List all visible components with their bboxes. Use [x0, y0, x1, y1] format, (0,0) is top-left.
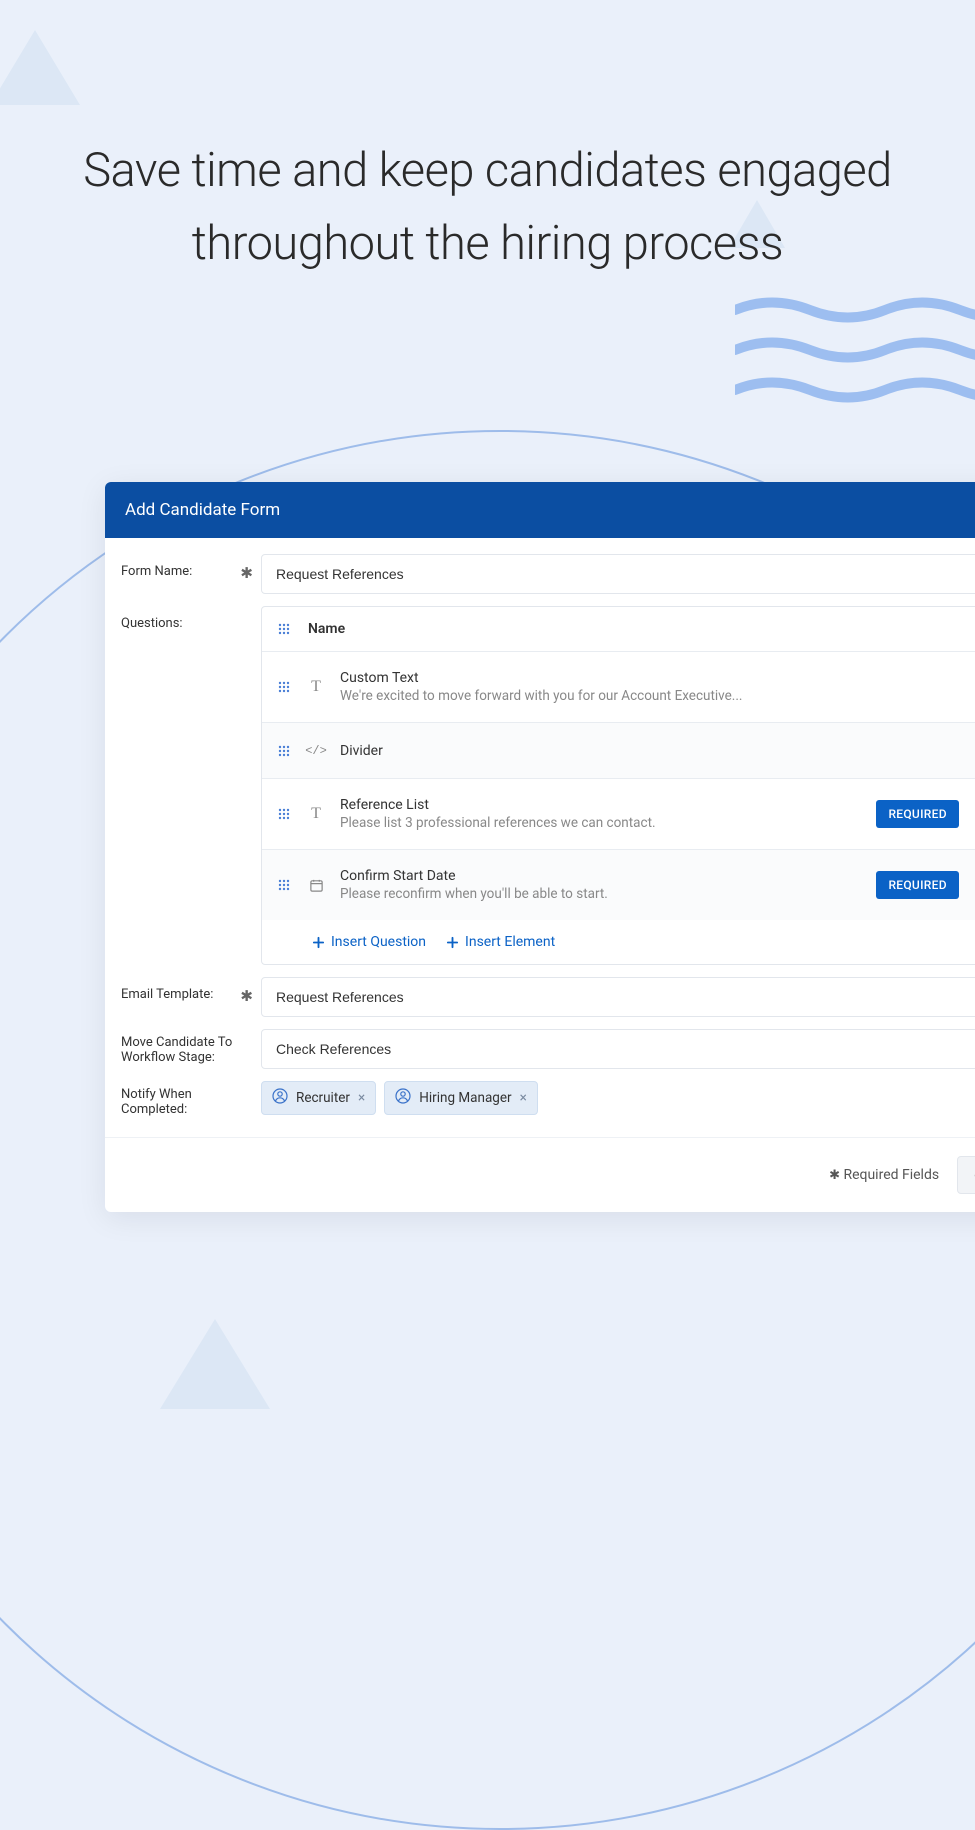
form-name-label: Form Name:: [121, 564, 192, 579]
required-asterisk: ✱: [240, 564, 253, 582]
drag-handle-icon[interactable]: [278, 681, 292, 693]
text-type-icon: T: [308, 678, 324, 696]
remove-chip-icon[interactable]: ×: [358, 1090, 365, 1106]
questions-label: Questions:: [121, 616, 183, 631]
question-title: Custom Text: [340, 670, 968, 686]
question-row[interactable]: </> Divider -: [262, 723, 975, 779]
email-template-input[interactable]: [261, 977, 975, 1017]
form-name-input[interactable]: [261, 554, 975, 594]
drag-handle-icon: [278, 623, 292, 635]
insert-question-button[interactable]: Insert Question: [312, 934, 426, 950]
drag-handle-icon[interactable]: [278, 808, 292, 820]
move-stage-input[interactable]: [261, 1029, 975, 1069]
question-title: Reference List: [340, 797, 860, 813]
question-row[interactable]: Confirm Start Date Please reconfirm when…: [262, 850, 975, 920]
required-badge: REQUIRED: [876, 800, 958, 828]
notify-chip-hiring-manager[interactable]: Hiring Manager ×: [384, 1081, 538, 1115]
required-badge: REQUIRED: [876, 871, 958, 899]
notify-label: Notify When Completed:: [121, 1087, 261, 1117]
decorative-triangle: [0, 30, 80, 105]
required-asterisk: ✱: [240, 987, 253, 1005]
insert-element-label: Insert Element: [465, 934, 555, 950]
cancel-button[interactable]: Ca: [957, 1156, 975, 1194]
chip-label: Recruiter: [296, 1090, 350, 1106]
person-icon: [395, 1088, 411, 1108]
decorative-waves: [735, 290, 975, 414]
required-fields-note: ✱ Required Fields: [829, 1167, 939, 1183]
chip-label: Hiring Manager: [419, 1090, 511, 1106]
person-icon: [272, 1088, 288, 1108]
page-headline: Save time and keep candidates engaged th…: [0, 135, 975, 281]
add-candidate-form-window: Add Candidate Form Form Name: ✱ Question…: [105, 482, 975, 1212]
question-subtitle: Please list 3 professional references we…: [340, 815, 860, 831]
drag-handle-icon[interactable]: [278, 745, 292, 757]
notify-chip-recruiter[interactable]: Recruiter ×: [261, 1081, 376, 1115]
question-title: Divider: [340, 743, 968, 759]
text-type-icon: T: [308, 805, 324, 823]
question-row[interactable]: T Custom Text We're excited to move forw…: [262, 652, 975, 723]
insert-element-button[interactable]: Insert Element: [446, 934, 555, 950]
divider-type-icon: </>: [308, 744, 324, 758]
insert-question-label: Insert Question: [331, 934, 426, 950]
question-subtitle: We're excited to move forward with you f…: [340, 688, 968, 704]
notify-chips[interactable]: Recruiter × Hiring Manager ×: [261, 1081, 975, 1115]
window-title: Add Candidate Form: [105, 482, 975, 538]
questions-column-header: Name: [308, 621, 345, 637]
question-row[interactable]: T Reference List Please list 3 professio…: [262, 779, 975, 850]
question-title: Confirm Start Date: [340, 868, 860, 884]
plus-icon: [446, 936, 459, 949]
date-type-icon: [308, 878, 324, 893]
plus-icon: [312, 936, 325, 949]
email-template-label: Email Template:: [121, 987, 213, 1002]
remove-chip-icon[interactable]: ×: [520, 1090, 527, 1106]
move-stage-label: Move Candidate To Workflow Stage:: [121, 1035, 261, 1065]
questions-list: Name T Custom Text We're excited to move…: [261, 606, 975, 965]
drag-handle-icon[interactable]: [278, 879, 292, 891]
question-subtitle: Please reconfirm when you'll be able to …: [340, 886, 860, 902]
